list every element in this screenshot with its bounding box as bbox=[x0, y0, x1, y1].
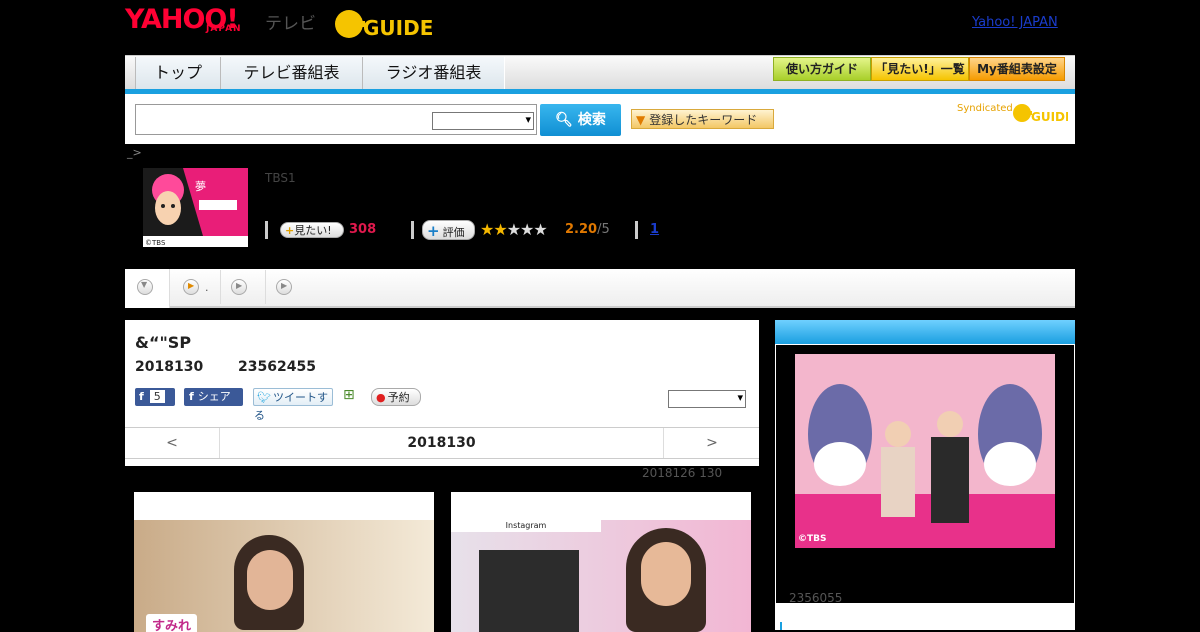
right-column-footnote: 2356055 bbox=[789, 591, 843, 605]
search-icon: 🔍︎ bbox=[555, 112, 573, 128]
search-category-select[interactable] bbox=[432, 112, 534, 130]
plus-icon: + bbox=[285, 224, 295, 237]
tab-top[interactable]: トップ bbox=[135, 57, 221, 89]
video-card[interactable]: Instagram bbox=[451, 492, 751, 632]
want-count: 308 bbox=[349, 222, 377, 237]
star-icon: ★ bbox=[520, 220, 534, 239]
star-icon: ★ bbox=[506, 220, 521, 239]
review-count-link[interactable]: 1 bbox=[650, 222, 659, 237]
channel-name: TBS1 bbox=[265, 171, 296, 185]
divider bbox=[635, 221, 638, 239]
program-still-image[interactable]: ©TBS bbox=[795, 354, 1055, 548]
star-icon: ★ bbox=[533, 220, 547, 239]
pager-current: 2018130 bbox=[407, 435, 476, 451]
tv-label: テレビ bbox=[265, 14, 316, 34]
svg-text:GUIDE: GUIDE bbox=[363, 16, 433, 40]
episode-select[interactable] bbox=[668, 390, 746, 408]
card-caption: Instagram bbox=[451, 520, 601, 532]
yahoo-logo-sub: JAPAN bbox=[206, 24, 242, 34]
episode-footnote: 2018126 130 bbox=[642, 466, 723, 480]
right-column-header bbox=[775, 320, 1075, 344]
dropdown-arrow-icon: ▼ bbox=[636, 113, 646, 127]
breadcrumb: _> bbox=[127, 146, 142, 159]
plus-icon: + bbox=[427, 222, 440, 240]
facebook-share-button[interactable]: f シェア bbox=[184, 388, 243, 406]
tab-item-2[interactable]: ▶ . bbox=[170, 270, 221, 304]
tweet-button[interactable]: 🐦︎ ツイートする bbox=[253, 388, 333, 422]
card-thumbnail: Instagram bbox=[451, 520, 751, 632]
episode-title: &“"SP bbox=[135, 333, 192, 352]
syndicated-label: Syndicated bbox=[957, 103, 1013, 114]
yahoo-japan-link[interactable]: Yahoo! JAPAN bbox=[972, 15, 1058, 30]
tab-episode-list[interactable]: ▼ bbox=[125, 269, 170, 308]
reserve-button[interactable]: ● 予約 bbox=[371, 388, 421, 406]
program-thumbnail[interactable]: 夢 ©TBS bbox=[143, 168, 248, 247]
svg-text:GUIDE: GUIDE bbox=[1031, 110, 1068, 124]
play-icon: ▶ bbox=[231, 279, 247, 295]
saved-keywords-button[interactable]: ▼ 登録したキーワード bbox=[631, 109, 774, 129]
pager-next-button[interactable]: > bbox=[663, 428, 760, 458]
play-icon: ▶ bbox=[276, 279, 292, 295]
guide-button[interactable]: 使い方ガイド bbox=[773, 57, 871, 81]
episode-count: 23562455 bbox=[238, 359, 316, 375]
rating-value: 2.20/5 bbox=[565, 222, 610, 237]
want-list-button[interactable]: 「見たい!」一覧 bbox=[871, 57, 969, 81]
my-listing-button[interactable]: My番組表設定 bbox=[969, 57, 1065, 81]
tab-item-3[interactable]: ▶ bbox=[221, 270, 266, 304]
star-icon: ★ bbox=[493, 220, 507, 239]
want-button[interactable]: +見たい! bbox=[280, 222, 344, 238]
right-column-footer bbox=[775, 604, 1075, 630]
rate-button[interactable]: + 評価 bbox=[422, 220, 475, 240]
gguide-logo[interactable]: GUIDE bbox=[333, 7, 433, 45]
facebook-icon: f bbox=[189, 390, 194, 403]
divider bbox=[411, 221, 414, 239]
image-credit: ©TBS bbox=[798, 534, 827, 544]
video-card[interactable]: すみれ bbox=[134, 492, 434, 632]
thumbnail-credit: ©TBS bbox=[145, 239, 166, 247]
tab-tv-listings[interactable]: テレビ番組表 bbox=[220, 57, 363, 89]
facebook-like-button[interactable]: f5 bbox=[135, 388, 175, 406]
star-rating: ★★★★★ bbox=[480, 220, 548, 239]
facebook-icon: f bbox=[139, 390, 144, 403]
star-icon: ★ bbox=[480, 220, 494, 239]
tab-item-4[interactable]: ▶ bbox=[266, 270, 310, 304]
divider bbox=[265, 221, 268, 239]
tab-radio-listings[interactable]: ラジオ番組表 bbox=[362, 57, 505, 89]
card-thumbnail: すみれ bbox=[134, 520, 434, 632]
play-icon: ▶ bbox=[183, 279, 199, 295]
syndicated-gguide-logo: GUIDE bbox=[1012, 101, 1073, 129]
search-button[interactable]: 🔍︎ 検索 bbox=[540, 104, 621, 136]
svg-text:夢: 夢 bbox=[195, 180, 206, 193]
card-caption: すみれ bbox=[146, 614, 198, 632]
accent-marker bbox=[780, 622, 782, 630]
bookmark-icon[interactable]: ⊞ bbox=[343, 387, 355, 403]
record-icon: ● bbox=[376, 391, 386, 404]
twitter-icon: 🐦︎ bbox=[257, 391, 271, 404]
down-arrow-icon: ▼ bbox=[137, 279, 153, 295]
pager-prev-button[interactable]: < bbox=[125, 428, 220, 458]
episode-date: 2018130 bbox=[135, 359, 204, 375]
